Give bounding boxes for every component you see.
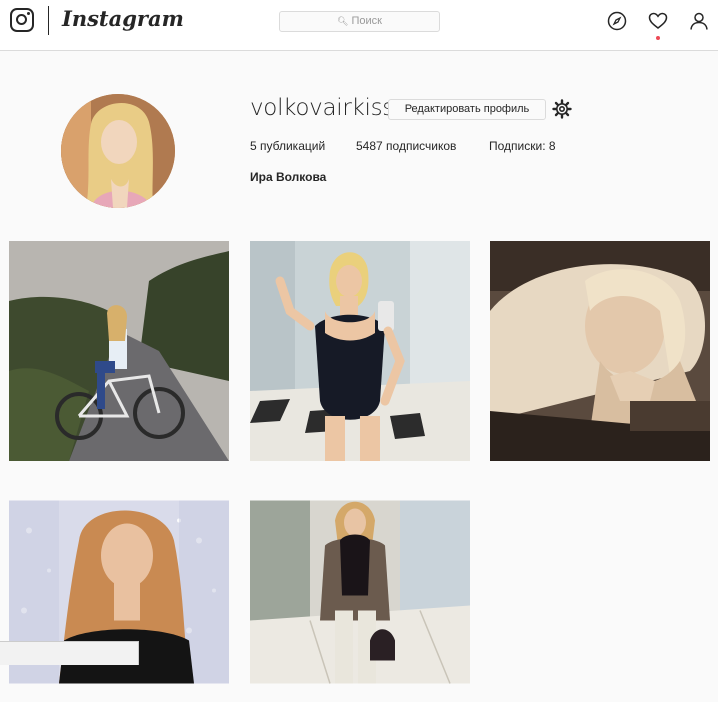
posts-count: 5 публикаций [250,139,326,153]
followers-count[interactable]: 5487 подписчиков [356,139,456,153]
profile-username: volkovairkiss [250,95,394,121]
instagram-camera-icon[interactable] [10,8,34,32]
instagram-wordmark[interactable]: Instagram [62,6,184,31]
post-thumbnail-5[interactable] [250,482,470,702]
search-placeholder: Поиск [351,15,382,27]
gear-icon[interactable] [552,99,572,119]
notification-dot [656,36,660,40]
search-input[interactable]: 🔍︎ Поиск [279,11,440,32]
following-count[interactable]: Подписки: 8 [489,139,556,153]
logo-divider [48,6,49,35]
post-thumbnail-1[interactable] [9,241,229,461]
profile-person-icon[interactable] [689,11,709,31]
top-navigation-bar: Instagram 🔍︎ Поиск [0,0,718,51]
bottom-status-bar [0,641,139,665]
post-thumbnail-3[interactable] [490,241,710,461]
post-thumbnail-2[interactable] [250,241,470,461]
edit-profile-button[interactable]: Редактировать профиль [388,99,546,120]
activity-heart-icon[interactable] [648,11,668,31]
profile-full-name: Ира Волкова [250,170,327,184]
explore-compass-icon[interactable] [607,11,627,31]
profile-avatar[interactable] [61,94,175,208]
search-icon: 🔍︎ [337,16,349,26]
post-thumbnail-4[interactable] [9,482,229,702]
